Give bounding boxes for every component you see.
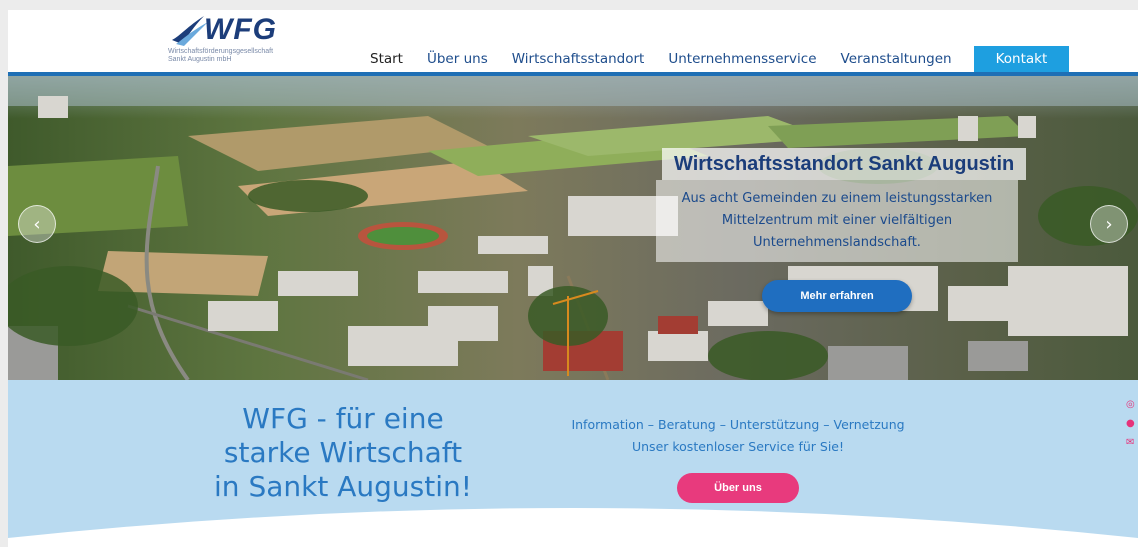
nav-item-ueber-uns[interactable]: Über uns (415, 46, 500, 72)
instagram-icon[interactable]: ◎ (1126, 400, 1136, 410)
intro-headline-line: starke Wirtschaft (223, 436, 463, 469)
logo-wordmark: WFG (204, 13, 277, 46)
service-tagline-line: Unser kostenloser Service für Sie! (631, 439, 844, 454)
logo-subtitle-line: Wirtschaftsförderungsgesellschaft (168, 48, 274, 55)
nav-item-unternehmensservice[interactable]: Unternehmensservice (656, 46, 828, 72)
nav-item-kontakt[interactable]: Kontakt (973, 46, 1070, 72)
social-links: ◎ ● ✉ (1126, 400, 1138, 457)
hero-text-line: Unternehmenslandschaft. (753, 235, 921, 250)
hero-text: Aus acht Gemeinden zu einem leistungssta… (656, 188, 1018, 254)
site-header: WFG Wirtschaftsförderungsgesellschaft Sa… (8, 10, 1138, 76)
service-tagline: Information – Beratung – Unterstützung –… (538, 414, 938, 458)
band-bottom-curve (8, 508, 1138, 547)
page: WFG Wirtschaftsförderungsgesellschaft Sa… (8, 10, 1138, 547)
hero-slider: ‹ › Wirtschaftsstandort Sankt Augustin A… (8, 76, 1138, 380)
intro-band: WFG - für eine starke Wirtschaft in Sank… (8, 380, 1138, 547)
service-tagline-line: Information – Beratung – Unterstützung –… (571, 417, 905, 432)
main-nav: Start Über uns Wirtschaftsstandort Unter… (358, 46, 1070, 76)
hero-title: Wirtschaftsstandort Sankt Augustin (662, 148, 1027, 180)
intro-headline-line: WFG - für eine (242, 402, 444, 435)
mail-icon[interactable]: ✉ (1126, 438, 1136, 448)
nav-item-start[interactable]: Start (358, 46, 415, 76)
nav-item-wirtschaftsstandort[interactable]: Wirtschaftsstandort (500, 46, 657, 72)
logo-subtitle: Wirtschaftsförderungsgesellschaft Sankt … (168, 48, 298, 64)
nav-item-veranstaltungen[interactable]: Veranstaltungen (829, 46, 964, 72)
logo-subtitle-line: Sankt Augustin mbH (168, 56, 232, 63)
wfg-logo[interactable]: WFG Wirtschaftsförderungsgesellschaft Sa… (164, 12, 294, 70)
intro-headline: WFG - für eine starke Wirtschaft in Sank… (178, 402, 508, 504)
mehr-erfahren-button[interactable]: Mehr erfahren (762, 280, 912, 312)
slider-next-arrow-icon[interactable]: › (1090, 205, 1128, 243)
facebook-icon[interactable]: ● (1126, 419, 1136, 429)
hero-text-line: Aus acht Gemeinden zu einem leistungssta… (681, 191, 993, 206)
slider-prev-arrow-icon[interactable]: ‹ (18, 205, 56, 243)
hero-text-line: Mittelzentrum mit einer vielfältigen (721, 213, 953, 228)
